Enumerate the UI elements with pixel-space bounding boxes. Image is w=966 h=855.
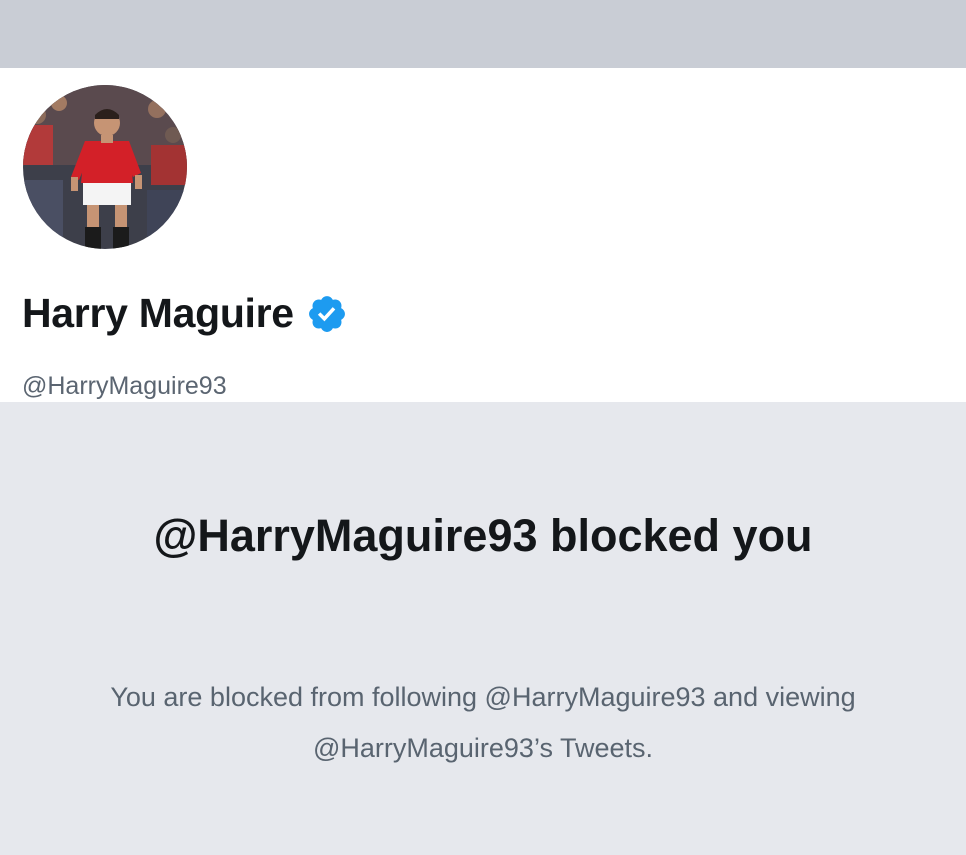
blocked-description: You are blocked from following @HarryMag… (110, 682, 856, 763)
profile-name-row: Harry Maguire (22, 290, 348, 337)
profile-banner[interactable] (0, 0, 966, 68)
profile-header: Harry Maguire @HarryMaguire93 (0, 68, 966, 402)
blocked-notice-panel: @HarryMaguire93 blocked you You are bloc… (0, 402, 966, 855)
verified-badge-icon[interactable] (306, 293, 348, 335)
profile-handle: @HarryMaguire93 (22, 372, 227, 400)
avatar-photo-icon (23, 85, 187, 249)
display-name: Harry Maguire (22, 290, 294, 336)
blocked-title: @HarryMaguire93 blocked you (153, 510, 813, 561)
avatar[interactable] (23, 85, 187, 249)
